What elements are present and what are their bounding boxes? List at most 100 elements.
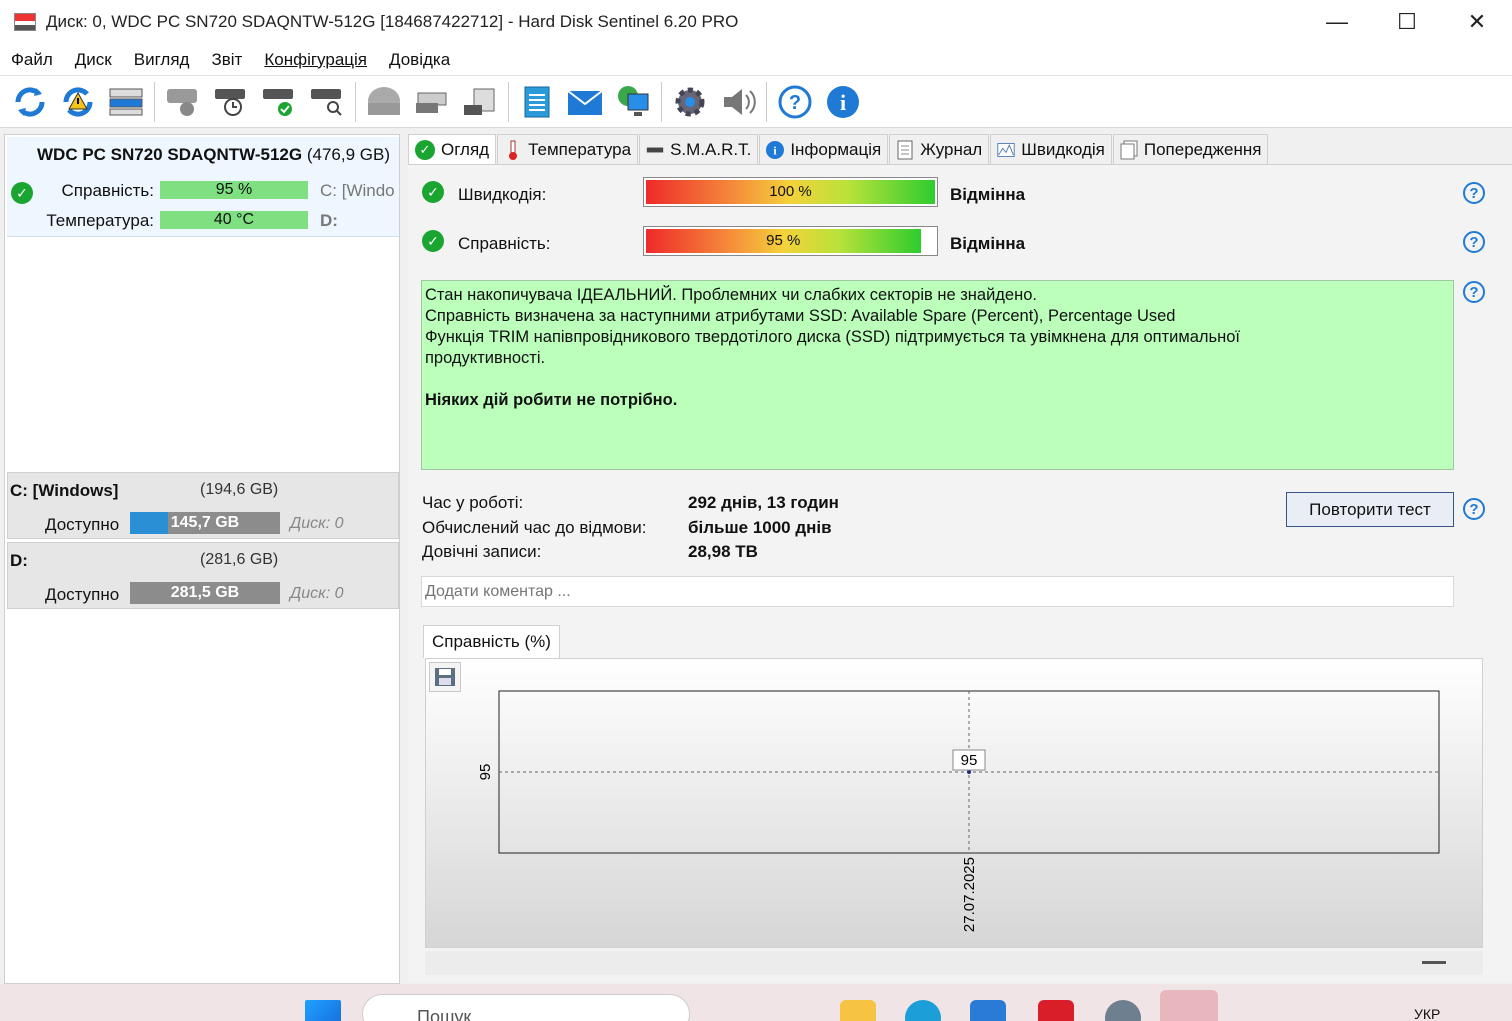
volume-available-label: Доступно: [45, 585, 120, 604]
svg-text:i: i: [840, 90, 846, 115]
help-icon[interactable]: ?: [1463, 182, 1485, 204]
volume-usage-bar: 145,7 GB: [130, 512, 280, 534]
x-tick-label: 27.07.2025: [961, 857, 978, 932]
health-result: Відмінна: [950, 234, 1026, 253]
disk-card[interactable]: WDC PC SN720 SDAQNTW-512G (476,9 GB) ✓ С…: [7, 137, 399, 237]
volume-disk-label: Диск: 0: [290, 515, 344, 532]
tab-label: Журнал: [920, 139, 983, 159]
minimize-button[interactable]: —: [1302, 0, 1372, 44]
volume-card-c[interactable]: C: [Windows] (194,6 GB) Доступно 145,7 G…: [7, 472, 399, 539]
speaker-icon[interactable]: [718, 82, 758, 122]
disk-health-label: Справність:: [61, 181, 154, 200]
data-point: [967, 770, 971, 774]
info-icon: i: [766, 140, 785, 159]
window-controls: — ☐ ✕: [1302, 0, 1512, 44]
hdd-icon[interactable]: [364, 82, 404, 122]
drive-icon: [646, 141, 664, 159]
status-description: Стан накопичувача ІДЕАЛЬНИЙ. Проблемних …: [421, 280, 1454, 470]
tab-bar: ✓ Огляд Температура S.M.A.R.T. i Інформа…: [408, 134, 1269, 165]
drive-export-icon[interactable]: [460, 82, 500, 122]
tab-temperature[interactable]: Температура: [497, 134, 639, 164]
status-line: Функція TRIM напівпровідникового твердот…: [425, 328, 1240, 367]
tab-performance[interactable]: Швидкодія: [990, 134, 1112, 164]
toolbar-separator: [355, 81, 356, 122]
language-indicator[interactable]: УКР: [1414, 1006, 1440, 1021]
chart-plot: 95 27.07.2025 95: [477, 690, 1440, 932]
file-explorer-icon[interactable]: [840, 1000, 876, 1021]
info-icon[interactable]: i: [823, 82, 863, 122]
mail-icon[interactable]: [565, 82, 605, 122]
help-icon[interactable]: ?: [1463, 231, 1485, 253]
taskbar: Пошук УКР: [0, 984, 1512, 1021]
volume-available-value: 281,5 GB: [170, 584, 240, 601]
window-title: Диск: 0, WDC PC SN720 SDAQNTW-512G [1846…: [46, 12, 739, 31]
health-bar-fill: 95 %: [646, 229, 921, 253]
lifetime-writes-value: 28,98 TB: [688, 542, 758, 561]
help-icon[interactable]: ?: [1463, 498, 1485, 520]
tab-log[interactable]: Журнал: [889, 134, 990, 164]
tab-label: S.M.A.R.T.: [670, 139, 752, 159]
tab-label: Температура: [528, 139, 632, 159]
menu-file[interactable]: Файл: [0, 50, 64, 70]
tab-information[interactable]: i Інформація: [759, 134, 889, 164]
drive-copy-icon[interactable]: [412, 82, 452, 122]
maximize-button[interactable]: ☐: [1372, 0, 1442, 44]
help-icon[interactable]: ?: [1463, 281, 1485, 303]
refresh-alert-icon[interactable]: [58, 82, 98, 122]
gear-icon[interactable]: [670, 82, 710, 122]
volume-disk-label: Диск: 0: [290, 585, 344, 602]
disk-temp-bar: 40 °C: [160, 211, 308, 229]
chart-tab-health[interactable]: Справність (%): [423, 625, 560, 658]
estimated-lifetime-label: Обчислений час до відмови:: [422, 518, 647, 537]
help-icon[interactable]: ?: [775, 82, 815, 122]
toolbar-separator: [661, 81, 662, 122]
health-label: Справність:: [458, 234, 551, 253]
details-panel: ✓ Огляд Температура S.M.A.R.T. i Інформа…: [404, 134, 1512, 984]
disk-schedule-icon[interactable]: [211, 82, 251, 122]
store-icon[interactable]: [970, 1000, 1006, 1021]
tab-alerts[interactable]: Попередження: [1112, 134, 1269, 164]
tab-label: Огляд: [441, 140, 490, 159]
edge-icon[interactable]: [905, 1000, 941, 1021]
document-icon: [896, 140, 914, 159]
refresh-icon[interactable]: [10, 82, 50, 122]
disk-name-row: WDC PC SN720 SDAQNTW-512G (476,9 GB): [37, 145, 390, 165]
report-icon[interactable]: [517, 82, 557, 122]
disk-check-icon[interactable]: [259, 82, 299, 122]
disk-search-icon[interactable]: [307, 82, 347, 122]
taskbar-search[interactable]: Пошук: [362, 994, 690, 1021]
chart-scroll-area: [425, 951, 1483, 975]
chart-icon: [997, 141, 1015, 159]
hard-disk-sentinel-taskbar-icon[interactable]: [1160, 990, 1218, 1021]
svg-text:?: ?: [789, 92, 801, 114]
menu-view[interactable]: Вигляд: [123, 50, 201, 70]
toolbar-separator: [508, 81, 509, 122]
tab-smart[interactable]: S.M.A.R.T.: [639, 134, 759, 164]
volume-name: C: [Windows]: [10, 481, 119, 500]
volume-size: (194,6 GB): [200, 481, 279, 498]
comment-input[interactable]: [421, 576, 1454, 607]
close-button[interactable]: ✕: [1442, 0, 1512, 44]
uptime-label: Час у роботі:: [422, 493, 524, 512]
tab-overview[interactable]: ✓ Огляд: [408, 134, 497, 165]
tab-label: Попередження: [1143, 139, 1262, 159]
disk-surface-icon[interactable]: [163, 82, 203, 122]
retest-button[interactable]: Повторити тест: [1286, 492, 1454, 527]
settings-icon[interactable]: [1105, 1000, 1141, 1021]
app-red-icon[interactable]: [1038, 1000, 1074, 1021]
menu-help[interactable]: Довідка: [378, 50, 461, 70]
disk-size: (476,9 GB): [306, 145, 390, 164]
health-chart: 95 27.07.2025 95: [425, 658, 1483, 948]
windows-start-icon[interactable]: [305, 1000, 341, 1021]
menu-disk[interactable]: Диск: [64, 50, 123, 70]
network-monitor-icon[interactable]: [613, 82, 653, 122]
volume-card-d[interactable]: D: (281,6 GB) Доступно 281,5 GB Диск: 0: [7, 542, 399, 609]
tab-label: Швидкодія: [1021, 139, 1105, 159]
disk-drive-d: D:: [320, 211, 338, 230]
volume-available-value: 145,7 GB: [170, 514, 240, 531]
menu-report[interactable]: Звіт: [200, 50, 253, 70]
menu-configuration[interactable]: Конфігурація: [253, 50, 378, 70]
performance-ok-icon: ✓: [422, 181, 444, 203]
resize-handle[interactable]: [1422, 961, 1446, 964]
disk-list-icon[interactable]: [106, 82, 146, 122]
